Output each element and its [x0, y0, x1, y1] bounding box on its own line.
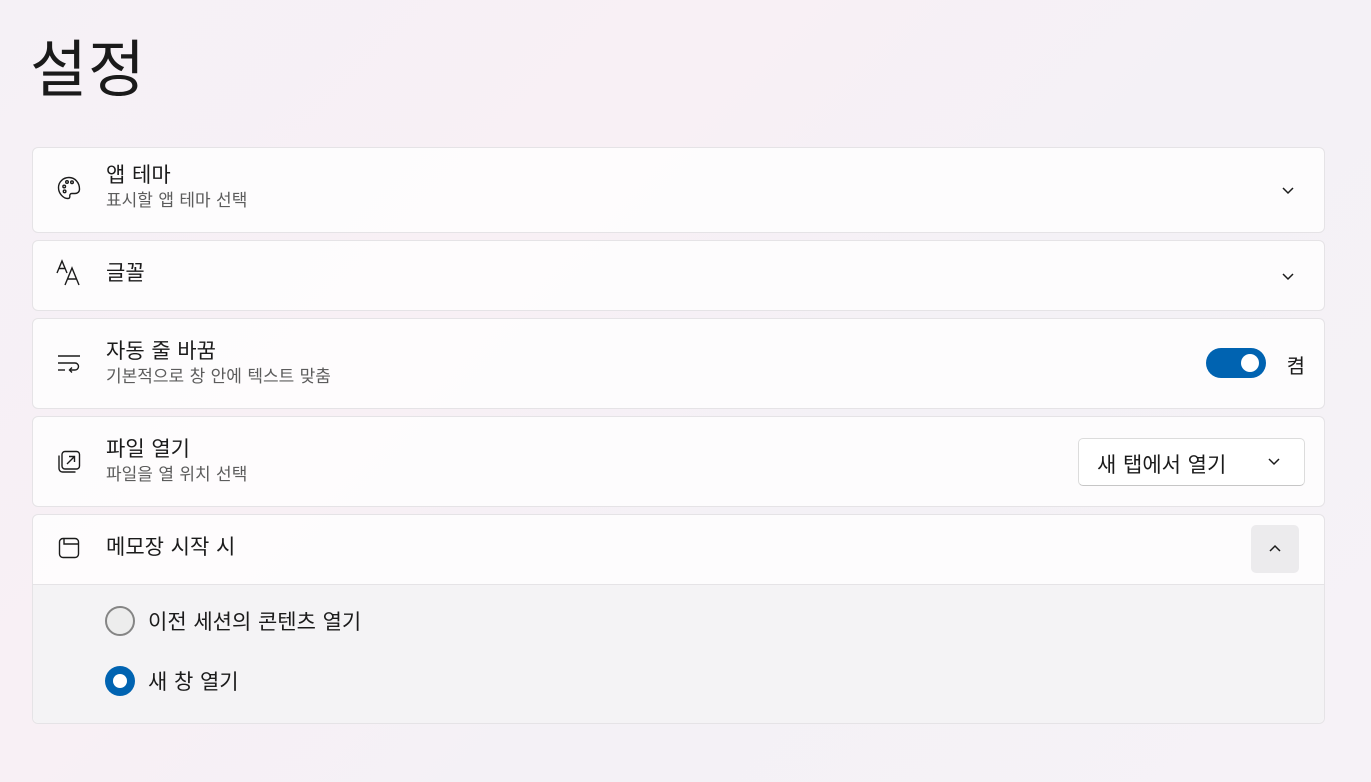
open-file-card: 파일 열기 파일을 열 위치 선택 새 탭에서 열기: [32, 416, 1325, 507]
chevron-down-icon[interactable]: [1278, 266, 1298, 286]
open-file-subtitle: 파일을 열 위치 선택: [106, 465, 248, 485]
startup-card: 메모장 시작 시 이전 세션의 콘텐츠 열기 새 창 열기: [32, 514, 1325, 724]
chevron-up-icon: [1269, 544, 1281, 552]
radio-button-selected[interactable]: [105, 666, 135, 696]
toggle-knob: [1241, 354, 1259, 372]
app-theme-subtitle: 표시할 앱 테마 선택: [106, 191, 248, 211]
startup-title: 메모장 시작 시: [106, 535, 236, 559]
page-title: 설정: [30, 33, 147, 106]
startup-options-panel: 이전 세션의 콘텐츠 열기 새 창 열기: [33, 584, 1324, 723]
radio-option-previous-session[interactable]: 이전 세션의 콘텐츠 열기: [105, 606, 361, 636]
word-wrap-title: 자동 줄 바꿈: [106, 339, 216, 363]
word-wrap-subtitle: 기본적으로 창 안에 텍스트 맞춤: [106, 367, 331, 387]
radio-label: 이전 세션의 콘텐츠 열기: [148, 610, 362, 634]
radio-button[interactable]: [105, 606, 135, 636]
font-card[interactable]: 글꼴: [32, 240, 1325, 311]
word-wrap-icon: [55, 350, 83, 378]
radio-label: 새 창 열기: [148, 670, 239, 694]
open-file-dropdown[interactable]: 새 탭에서 열기: [1078, 438, 1305, 486]
font-title: 글꼴: [106, 261, 145, 285]
collapse-button[interactable]: [1251, 525, 1299, 573]
toggle-state-label: 켬: [1286, 354, 1305, 378]
window-icon: [55, 534, 83, 562]
app-theme-card[interactable]: 앱 테마 표시할 앱 테마 선택: [32, 147, 1325, 233]
radio-option-new-window[interactable]: 새 창 열기: [105, 666, 239, 696]
chevron-down-icon: [1266, 453, 1286, 473]
app-theme-title: 앱 테마: [106, 163, 171, 187]
word-wrap-card: 자동 줄 바꿈 기본적으로 창 안에 텍스트 맞춤 켬: [32, 318, 1325, 409]
word-wrap-toggle[interactable]: [1206, 348, 1266, 378]
open-file-title: 파일 열기: [106, 437, 190, 461]
font-icon: [55, 259, 83, 287]
chevron-down-icon[interactable]: [1278, 180, 1298, 200]
dropdown-value: 새 탭에서 열기: [1097, 453, 1227, 477]
open-file-icon: [55, 448, 83, 476]
palette-icon: [55, 174, 83, 202]
